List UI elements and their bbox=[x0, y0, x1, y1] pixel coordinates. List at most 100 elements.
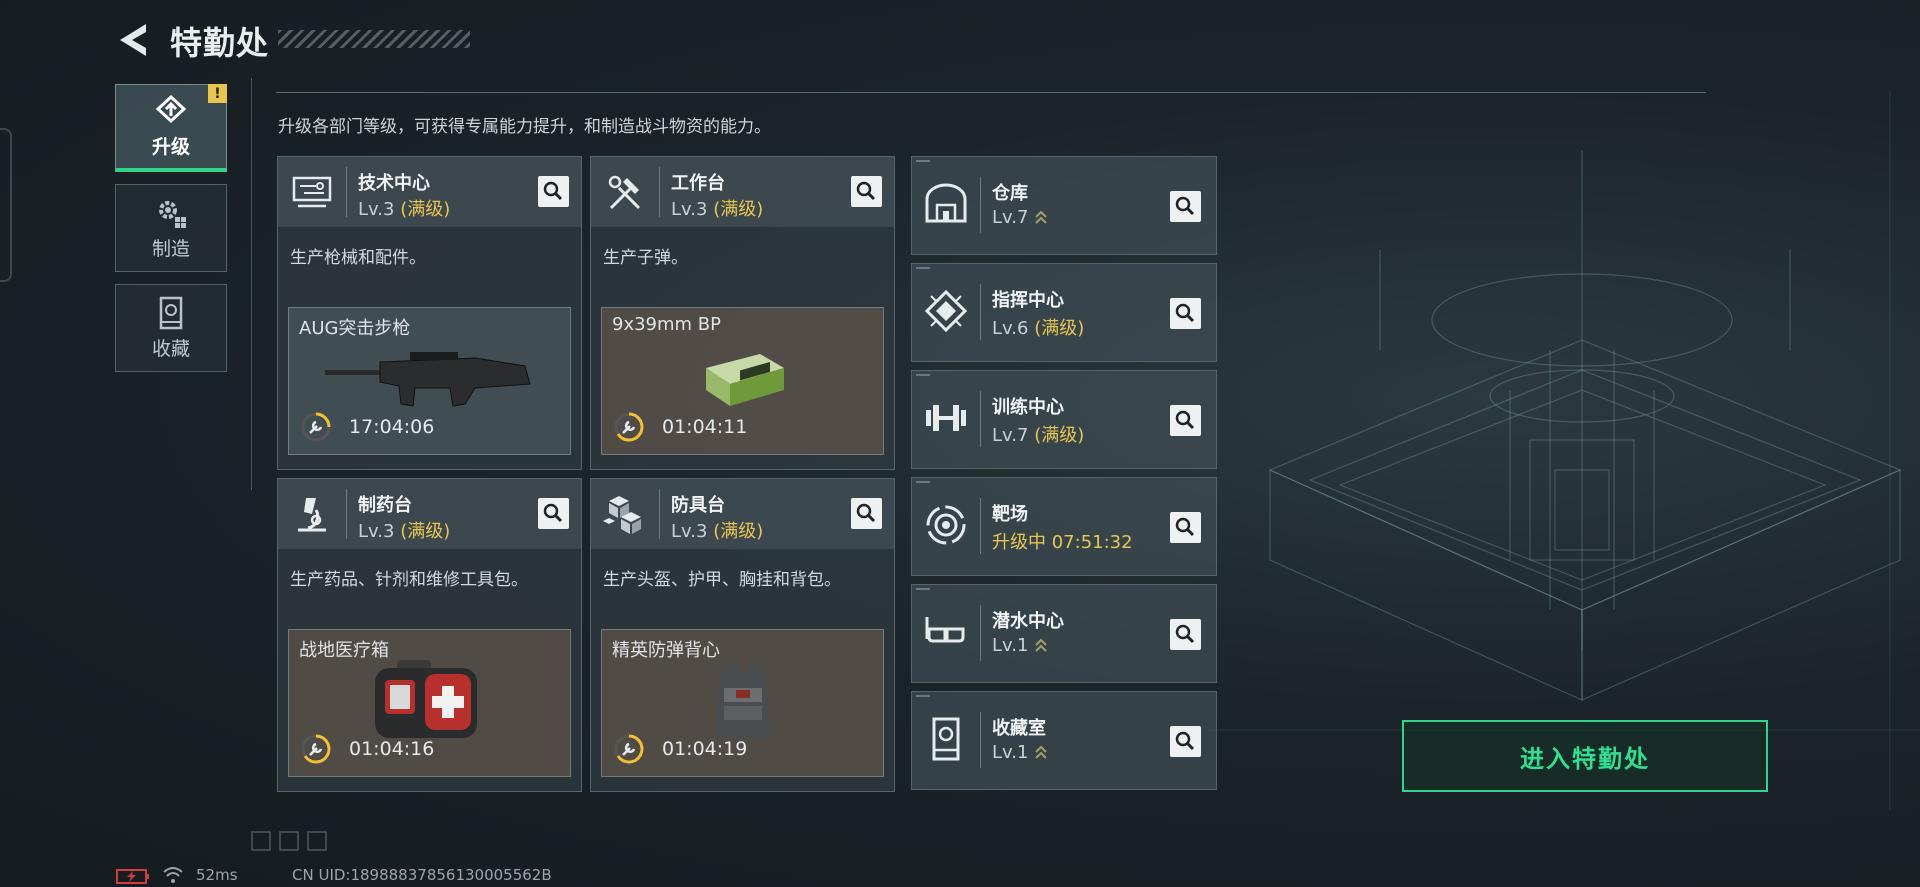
tab-crafting[interactable]: 制造 bbox=[115, 184, 227, 272]
dept-name: 工作台 bbox=[671, 173, 725, 194]
dept-card-workbench[interactable]: 工作台 Lv.3 (满级) 生产子弹。 9x39mm BP 01:04:11 bbox=[590, 156, 895, 470]
tab-label: 升级 bbox=[151, 136, 190, 158]
production-slot[interactable]: AUG突击步枪 17:04:06 bbox=[288, 307, 571, 455]
product-name: AUG突击步枪 bbox=[299, 318, 411, 339]
dept-row-shooting-range[interactable]: 靶场 升级中 07:51:32 bbox=[911, 477, 1217, 576]
search-icon[interactable] bbox=[1170, 726, 1201, 757]
upgrade-available-icon bbox=[1035, 745, 1048, 759]
dept-description: 生产子弹。 bbox=[603, 248, 688, 268]
tech-center-icon bbox=[292, 176, 332, 208]
dept-level: Lv.1 bbox=[992, 742, 1048, 763]
dept-level: Lv.3 (满级) bbox=[671, 199, 764, 220]
decorative-squares bbox=[251, 831, 327, 851]
dept-name: 技术中心 bbox=[358, 173, 430, 194]
search-icon[interactable] bbox=[1170, 405, 1201, 436]
search-icon[interactable] bbox=[851, 498, 882, 529]
upgrade-countdown: 升级中 07:51:32 bbox=[992, 532, 1133, 553]
production-timer: 01:04:16 bbox=[349, 738, 435, 760]
tab-label: 制造 bbox=[151, 237, 190, 260]
body-armor-image bbox=[716, 664, 770, 738]
dept-name: 仓库 bbox=[992, 183, 1028, 204]
card-header: 技术中心 Lv.3 (满级) bbox=[278, 157, 581, 227]
diving-mask-icon bbox=[925, 617, 965, 643]
alert-badge: ! bbox=[208, 84, 227, 103]
card-header: 防具台 Lv.3 (满级) bbox=[591, 479, 894, 549]
ammo-box-image bbox=[706, 354, 784, 406]
search-icon[interactable] bbox=[1170, 619, 1201, 650]
production-slot[interactable]: 精英防弹背心 01:04:19 bbox=[601, 629, 884, 777]
card-header: 工作台 Lv.3 (满级) bbox=[591, 157, 894, 227]
dept-level: Lv.3 (满级) bbox=[358, 199, 451, 220]
dept-level: Lv.7 (满级) bbox=[992, 425, 1085, 446]
tab-collection[interactable]: 收藏 bbox=[115, 284, 227, 372]
tab-upgrade[interactable]: 升级 ! bbox=[115, 84, 227, 172]
page-title: 特勤处 bbox=[170, 24, 270, 62]
search-icon[interactable] bbox=[1170, 512, 1201, 543]
dept-level: Lv.7 bbox=[992, 207, 1048, 228]
page-description: 升级各部门等级，可获得专属能力提升，和制造战斗物资的能力。 bbox=[278, 117, 771, 137]
back-arrow-icon[interactable] bbox=[116, 22, 150, 58]
upgrade-available-icon bbox=[1035, 638, 1048, 652]
dept-level: Lv.3 (满级) bbox=[358, 521, 451, 542]
search-icon[interactable] bbox=[1170, 191, 1201, 222]
aug-rifle-image bbox=[325, 352, 531, 407]
dept-row-diving-center[interactable]: 潜水中心 Lv.1 bbox=[911, 584, 1217, 683]
dept-name: 指挥中心 bbox=[992, 290, 1064, 311]
dept-row-command-center[interactable]: 指挥中心 Lv.6 (满级) bbox=[911, 263, 1217, 362]
side-drawer-handle[interactable] bbox=[0, 128, 12, 282]
enter-special-ops-button[interactable]: 进入特勤处 bbox=[1402, 720, 1768, 792]
headquarters-wireframe-illustration bbox=[1210, 90, 1920, 810]
gear-icon bbox=[159, 200, 186, 228]
medical-kit-image bbox=[375, 660, 477, 738]
search-icon[interactable] bbox=[1170, 298, 1201, 329]
hammer-wrench-icon bbox=[608, 175, 641, 210]
dept-description: 生产药品、针剂和维修工具包。 bbox=[290, 570, 528, 590]
dept-row-training-center[interactable]: 训练中心 Lv.7 (满级) bbox=[911, 370, 1217, 469]
dept-description: 生产枪械和配件。 bbox=[290, 248, 426, 268]
dept-name: 潜水中心 bbox=[992, 611, 1064, 632]
collection-cabinet-icon bbox=[159, 296, 183, 329]
dept-level: Lv.6 (满级) bbox=[992, 318, 1085, 339]
user-uid: CN UID:18988837856130005562B bbox=[292, 866, 552, 884]
divider bbox=[251, 78, 252, 490]
dept-name: 靶场 bbox=[992, 504, 1028, 525]
production-timer: 01:04:19 bbox=[662, 738, 748, 760]
title-decoration bbox=[278, 30, 470, 48]
divider bbox=[276, 92, 1706, 93]
dept-card-pharmacy[interactable]: 制药台 Lv.3 (满级) 生产药品、针剂和维修工具包。 战地医疗箱 01:04… bbox=[277, 478, 582, 792]
search-icon[interactable] bbox=[851, 176, 882, 207]
ping-value: 52ms bbox=[196, 866, 238, 884]
collection-cabinet-icon bbox=[932, 717, 960, 761]
dept-card-tech-center[interactable]: 技术中心 Lv.3 (满级) 生产枪械和配件。 AUG突击步枪 17:04:06 bbox=[277, 156, 582, 470]
tab-label: 收藏 bbox=[151, 337, 190, 360]
wrench-timer-icon bbox=[301, 734, 331, 764]
dept-name: 制药台 bbox=[358, 495, 412, 516]
wrench-timer-icon bbox=[614, 734, 644, 764]
upgrade-icon bbox=[155, 94, 187, 124]
command-chip-icon bbox=[924, 289, 968, 333]
target-icon bbox=[926, 505, 966, 545]
warehouse-icon bbox=[925, 183, 967, 223]
microscope-icon bbox=[298, 498, 326, 532]
dept-level: Lv.3 (满级) bbox=[671, 521, 764, 542]
production-timer: 01:04:11 bbox=[662, 416, 748, 438]
search-icon[interactable] bbox=[538, 176, 569, 207]
dept-name: 训练中心 bbox=[992, 397, 1064, 418]
upgrade-available-icon bbox=[1035, 210, 1048, 224]
production-slot[interactable]: 9x39mm BP 01:04:11 bbox=[601, 307, 884, 455]
product-name: 精英防弹背心 bbox=[612, 640, 720, 661]
dept-card-armor-bench[interactable]: 防具台 Lv.3 (满级) 生产头盔、护甲、胸挂和背包。 精英防弹背心 01:0… bbox=[590, 478, 895, 792]
dept-description: 生产头盔、护甲、胸挂和背包。 bbox=[603, 570, 841, 590]
dept-level: Lv.1 bbox=[992, 635, 1048, 656]
wrench-timer-icon bbox=[614, 412, 644, 442]
dept-row-collection-room[interactable]: 收藏室 Lv.1 bbox=[911, 691, 1217, 790]
armor-cubes-icon bbox=[603, 496, 641, 534]
dept-name: 防具台 bbox=[671, 495, 725, 516]
dept-row-warehouse[interactable]: 仓库 Lv.7 bbox=[911, 156, 1217, 255]
production-timer: 17:04:06 bbox=[349, 416, 435, 438]
search-icon[interactable] bbox=[538, 498, 569, 529]
battery-charging-icon bbox=[116, 869, 149, 884]
dumbbell-icon bbox=[926, 405, 966, 431]
production-slot[interactable]: 战地医疗箱 01:04:16 bbox=[288, 629, 571, 777]
dept-name: 收藏室 bbox=[992, 718, 1046, 739]
